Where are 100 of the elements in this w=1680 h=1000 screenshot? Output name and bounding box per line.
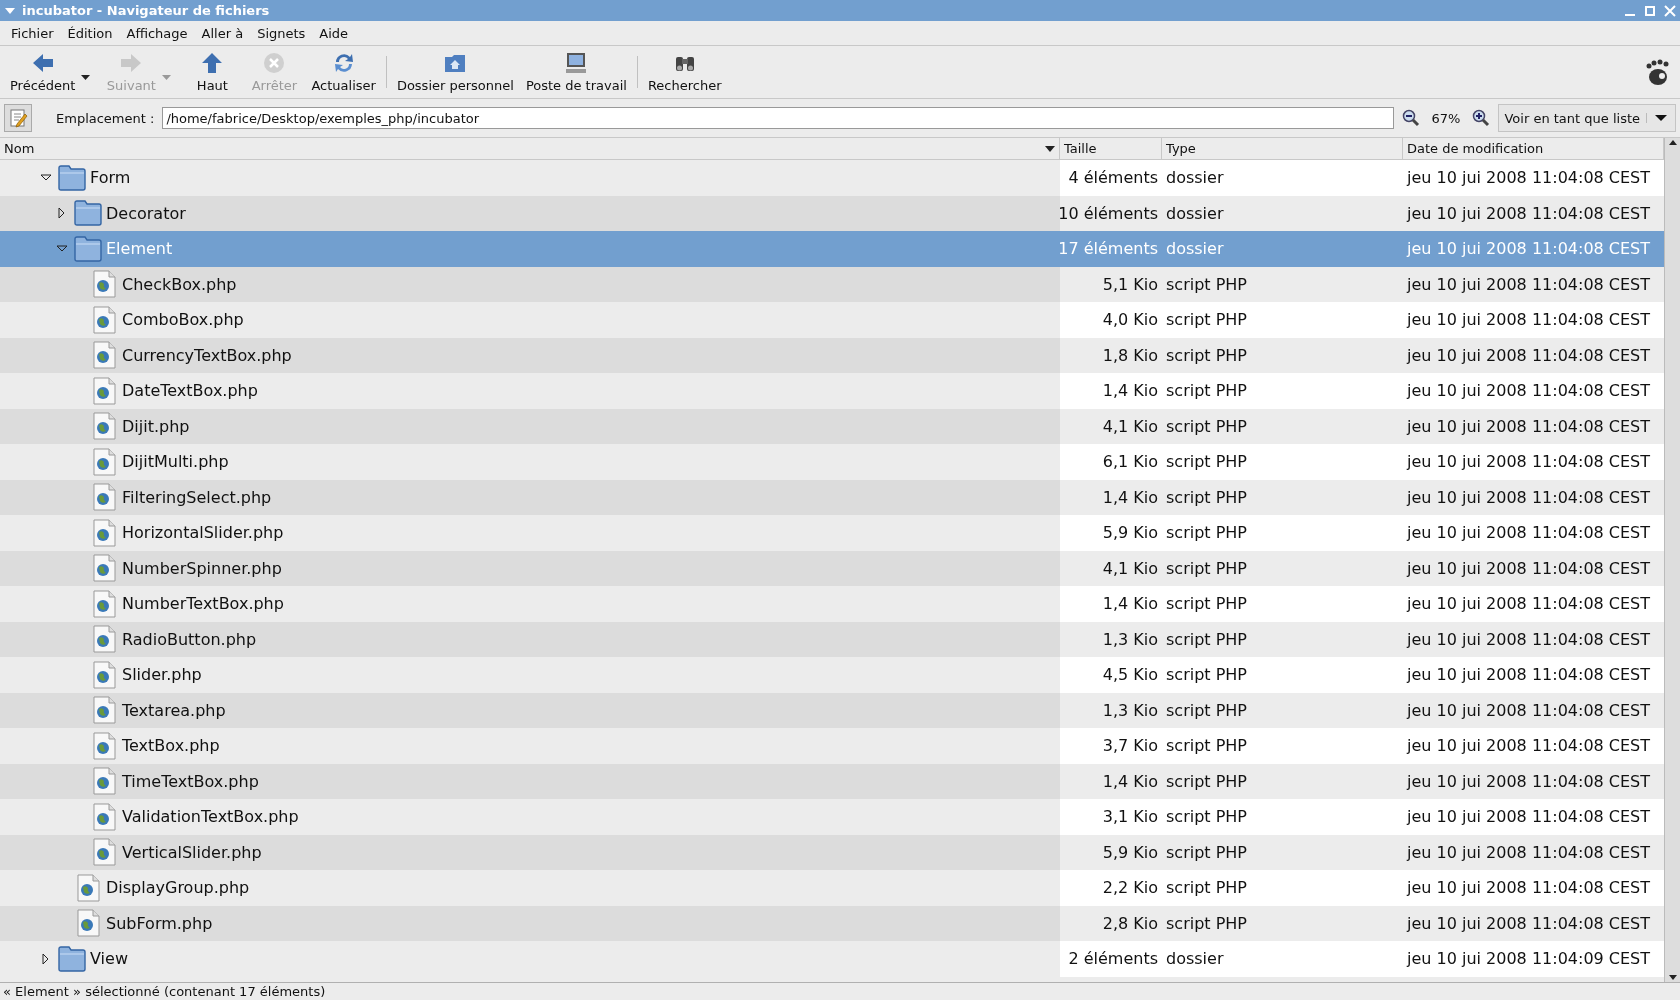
- toolbar-button[interactable]: Poste de travail: [519, 46, 633, 98]
- date-cell-text: jeu 10 jui 2008 11:04:08 CEST: [1405, 557, 1652, 580]
- size-cell-text: 1,3 Kio: [1101, 628, 1159, 651]
- toolbar-button[interactable]: Précédent: [4, 46, 82, 98]
- file-row[interactable]: TextBox.php 3,7 Kio script PHP jeu 10 jui 2008 11:04:08 CEST: [0, 728, 1664, 764]
- date-cell-text: jeu 10 jui 2008 11:04:08 CEST: [1405, 451, 1652, 474]
- php-file-icon: [90, 376, 118, 405]
- date-cell-text: jeu 10 jui 2008 11:04:08 CEST: [1405, 593, 1652, 616]
- stop-icon: [262, 51, 287, 75]
- size-cell-text: 1,4 Kio: [1101, 593, 1159, 616]
- php-file-icon: [90, 554, 118, 583]
- php-file-icon: [90, 518, 118, 547]
- menu-item[interactable]: Aide: [312, 23, 356, 43]
- menu-item[interactable]: Signets: [250, 23, 313, 43]
- file-row[interactable]: DateTextBox.php 1,4 Kio script PHP jeu 10 jui 2008 11:04:08 CEST: [0, 373, 1664, 409]
- column-header[interactable]: Taille: [1060, 138, 1162, 159]
- php-file-icon: [90, 589, 118, 618]
- size-cell-text: 4 éléments: [1067, 167, 1159, 190]
- file-name: FilteringSelect.php: [122, 487, 272, 507]
- menu-item[interactable]: Fichier: [4, 23, 61, 43]
- date-cell-text: jeu 10 jui 2008 11:04:08 CEST: [1405, 735, 1652, 758]
- date-cell-text: jeu 10 jui 2008 11:04:08 CEST: [1405, 238, 1652, 261]
- type-cell-text: script PHP: [1165, 486, 1248, 509]
- file-row[interactable]: ValidationTextBox.php 3,1 Kio script PHP jeu 10 jui 2008 11:04:08 CEST: [0, 799, 1664, 835]
- file-name: VerticalSlider.php: [122, 842, 262, 862]
- type-cell-text: script PHP: [1165, 557, 1248, 580]
- php-file-icon: [90, 767, 118, 796]
- file-name: Form: [90, 168, 131, 188]
- date-cell-text: jeu 10 jui 2008 11:04:09 CEST: [1405, 948, 1652, 971]
- php-file-icon: [74, 873, 102, 902]
- date-cell-text: jeu 10 jui 2008 11:04:08 CEST: [1405, 522, 1652, 545]
- file-name: SubForm.php: [106, 913, 213, 933]
- type-cell-text: dossier: [1165, 202, 1225, 225]
- file-row[interactable]: View 2 éléments dossier jeu 10 jui 2008 11:04:09 CEST: [0, 941, 1664, 977]
- size-cell-text: 1,4 Kio: [1101, 380, 1159, 403]
- date-cell-text: jeu 10 jui 2008 11:04:08 CEST: [1405, 167, 1652, 190]
- file-name: CurrencyTextBox.php: [122, 345, 292, 365]
- toolbar-button[interactable]: Haut: [181, 46, 244, 98]
- column-header[interactable]: Nom: [0, 138, 1060, 159]
- file-name: View: [90, 949, 128, 969]
- view-mode-dropdown[interactable]: Voir en tant que liste: [1498, 104, 1676, 132]
- type-cell-text: script PHP: [1165, 628, 1248, 651]
- type-cell-text: script PHP: [1165, 344, 1248, 367]
- file-name: HorizontalSlider.php: [122, 523, 284, 543]
- file-name: Textarea.php: [122, 700, 226, 720]
- file-name: Decorator: [106, 203, 186, 223]
- date-cell-text: jeu 10 jui 2008 11:04:08 CEST: [1405, 273, 1652, 296]
- file-row[interactable]: NumberTextBox.php 1,4 Kio script PHP jeu 10 jui 2008 11:04:08 CEST: [0, 586, 1664, 622]
- menu-item[interactable]: Aller à: [194, 23, 251, 43]
- file-name: DisplayGroup.php: [106, 878, 250, 898]
- up-arrow-icon: [200, 51, 225, 75]
- size-cell-text: 1,3 Kio: [1101, 699, 1159, 722]
- folder-icon: [58, 945, 86, 972]
- size-cell-text: 5,1 Kio: [1101, 273, 1159, 296]
- date-cell-text: jeu 10 jui 2008 11:04:08 CEST: [1405, 344, 1652, 367]
- date-cell-text: jeu 10 jui 2008 11:04:08 CEST: [1405, 841, 1652, 864]
- zoom-out-icon[interactable]: [1401, 109, 1420, 127]
- zoom-in-icon[interactable]: [1472, 109, 1491, 127]
- file-row[interactable]: HorizontalSlider.php 5,9 Kio script PHP jeu 10 jui 2008 11:04:08 CEST: [0, 515, 1664, 551]
- toolbar-button[interactable]: Rechercher: [641, 46, 728, 98]
- date-cell-text: jeu 10 jui 2008 11:04:08 CEST: [1405, 664, 1652, 687]
- file-row[interactable]: DisplayGroup.php 2,2 Kio script PHP jeu 10 jui 2008 11:04:08 CEST: [0, 870, 1664, 906]
- type-cell-text: script PHP: [1165, 877, 1248, 900]
- size-cell-text: 1,8 Kio: [1101, 344, 1159, 367]
- size-cell-text: 5,9 Kio: [1101, 841, 1159, 864]
- menu-item[interactable]: Affichage: [119, 23, 195, 43]
- type-cell-text: script PHP: [1165, 593, 1248, 616]
- window-menu-icon: [4, 5, 16, 16]
- toolbar-button[interactable]: Actualiser: [305, 46, 382, 98]
- file-row[interactable]: ComboBox.php 4,0 Kio script PHP jeu 10 jui 2008 11:04:08 CEST: [0, 302, 1664, 338]
- size-cell-text: 4,1 Kio: [1101, 557, 1159, 580]
- close-icon[interactable]: [1664, 4, 1676, 17]
- size-cell-text: 17 éléments: [1060, 238, 1159, 261]
- scroll-down-icon: [1667, 974, 1678, 982]
- size-cell-text: 10 éléments: [1060, 202, 1159, 225]
- toolbar-button[interactable]: Dossier personnel: [390, 46, 520, 98]
- maximize-icon[interactable]: [1644, 4, 1656, 17]
- status-text: « Element » sélectionné (contenant 17 éléments): [3, 984, 326, 999]
- file-row[interactable]: Slider.php 4,5 Kio script PHP jeu 10 jui 2008 11:04:08 CEST: [0, 657, 1664, 693]
- edit-location-button[interactable]: [4, 104, 32, 132]
- type-cell-text: dossier: [1165, 167, 1225, 190]
- folder-icon: [58, 164, 86, 191]
- size-cell-text: 1,4 Kio: [1101, 770, 1159, 793]
- php-file-icon: [90, 412, 118, 441]
- location-field[interactable]: /home/fabrice/Desktop/exemples_php/incubator: [162, 107, 1394, 129]
- column-header[interactable]: Type: [1162, 138, 1403, 159]
- dropdown-caret-icon[interactable]: [81, 75, 91, 81]
- date-cell-text: jeu 10 jui 2008 11:04:08 CEST: [1405, 380, 1652, 403]
- type-cell-text: script PHP: [1165, 451, 1248, 474]
- scrollbar[interactable]: [1664, 138, 1680, 982]
- type-cell-text: script PHP: [1165, 273, 1248, 296]
- type-cell-text: script PHP: [1165, 699, 1248, 722]
- menu-item[interactable]: Édition: [60, 23, 120, 43]
- file-row[interactable]: DijitMulti.php 6,1 Kio script PHP jeu 10 jui 2008 11:04:08 CEST: [0, 444, 1664, 480]
- size-cell-text: 4,0 Kio: [1101, 309, 1159, 332]
- php-file-icon: [90, 341, 118, 370]
- size-cell-text: 3,7 Kio: [1101, 735, 1159, 758]
- php-file-icon: [90, 731, 118, 760]
- type-cell-text: script PHP: [1165, 522, 1248, 545]
- file-row[interactable]: Form 4 éléments dossier jeu 10 jui 2008 11:04:08 CEST: [0, 160, 1664, 196]
